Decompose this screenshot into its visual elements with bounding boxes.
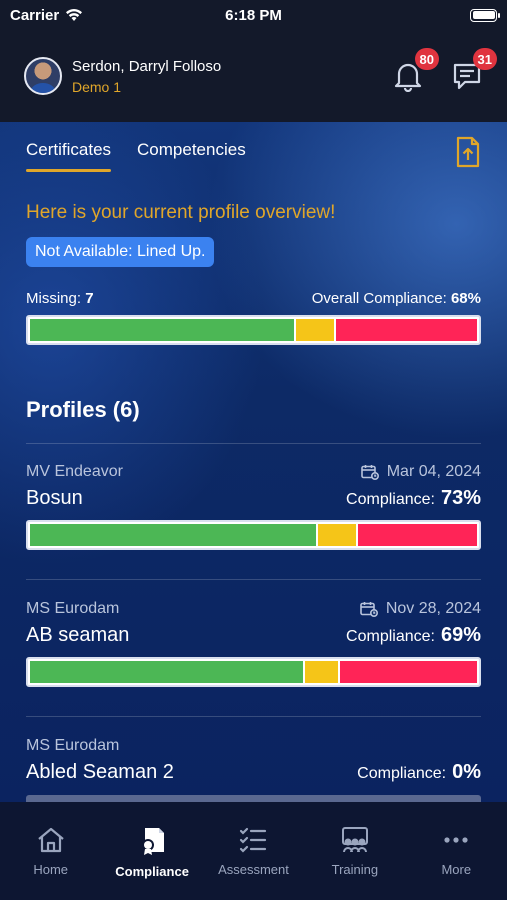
availability-badge: Not Available: Lined Up.: [26, 237, 215, 267]
overall-compliance-value: 68%: [450, 290, 481, 307]
profile-role: AB seaman: [26, 624, 130, 646]
notifications-badge: 80: [414, 48, 439, 70]
bar-segment-yellow: [302, 661, 339, 683]
missing-label: Missing:: [26, 290, 82, 307]
nav-home[interactable]: Home: [1, 826, 101, 900]
wifi-icon: [66, 9, 83, 21]
compliance-value: 69%: [440, 624, 481, 646]
nav-more[interactable]: More: [406, 826, 506, 900]
profile-date: Nov 28, 2024: [385, 600, 481, 617]
profile-date: Mar 04, 2024: [386, 463, 481, 480]
divider: [26, 716, 481, 717]
profile-compliance-bar: [26, 520, 481, 550]
compliance-label: Compliance:: [357, 765, 447, 782]
battery-icon: [470, 8, 500, 22]
profile-compliance-bar: [26, 657, 481, 687]
carrier-label: Carrier: [10, 6, 60, 24]
tab-competencies[interactable]: Competencies: [137, 140, 246, 170]
training-icon: [341, 827, 368, 853]
bar-segment-yellow: [316, 524, 357, 546]
nav-training-label: Training: [331, 862, 379, 877]
nav-compliance[interactable]: Compliance: [102, 826, 202, 900]
main-content: Certificates Competencies Here is your c…: [0, 122, 507, 802]
profile-vessel: MS Eurodam: [26, 600, 120, 617]
overall-compliance-label: Overall Compliance:: [311, 290, 447, 307]
user-subtitle: Demo 1: [72, 78, 122, 95]
bar-segment-red: [338, 661, 477, 683]
compliance-value: 0%: [452, 761, 481, 783]
bar-segment-yellow: [293, 319, 334, 341]
profile-card[interactable]: MV Endeavor Mar 04, 2024 Bosun Complianc…: [26, 463, 481, 510]
user-name: Serdon, Darryl Folloso: [72, 57, 222, 75]
more-icon: [444, 837, 468, 843]
user-info: Serdon, Darryl Folloso Demo 1: [72, 58, 221, 95]
overall-compliance-bar: [26, 315, 481, 345]
app-header: Serdon, Darryl Folloso Demo 1 80 31: [0, 30, 507, 122]
profile-vessel: MV Endeavor: [26, 463, 123, 480]
home-icon: [37, 827, 64, 853]
calendar-icon: [360, 602, 378, 617]
notifications-button[interactable]: 80: [393, 48, 439, 93]
bar-segment-red: [356, 524, 477, 546]
tab-bar: Certificates Competencies: [26, 140, 246, 172]
profile-compliance-bar-empty: [26, 795, 481, 802]
profile-role: Bosun: [26, 487, 83, 509]
profiles-title: Profiles (6): [26, 397, 140, 422]
nav-assessment[interactable]: Assessment: [203, 826, 303, 900]
bar-segment-green: [30, 319, 294, 341]
missing-value: 7: [85, 290, 94, 307]
assessment-icon: [240, 827, 267, 853]
messages-button[interactable]: 31: [451, 48, 497, 92]
compliance-icon: [142, 828, 165, 855]
divider: [26, 443, 481, 444]
nav-more-label: More: [441, 862, 472, 877]
status-bar: Carrier 6:18 PM: [0, 0, 507, 30]
messages-badge: 31: [472, 48, 497, 70]
profile-vessel: MS Eurodam: [26, 737, 120, 754]
missing-count: Missing: 7: [26, 290, 94, 307]
nav-assessment-label: Assessment: [218, 862, 289, 877]
overview-title: Here is your current profile overview!: [26, 202, 336, 223]
summary-row: Missing: 7 Overall Compliance: 68%: [26, 290, 481, 307]
divider: [26, 579, 481, 580]
nav-home-label: Home: [33, 862, 69, 877]
calendar-icon: [360, 465, 379, 480]
tab-certificates[interactable]: Certificates: [26, 140, 112, 172]
compliance-label: Compliance:: [346, 491, 435, 508]
avatar[interactable]: [24, 57, 62, 95]
compliance-value: 73%: [440, 487, 481, 509]
nav-compliance-label: Compliance: [115, 864, 189, 879]
bar-segment-red: [333, 319, 477, 341]
profile-card[interactable]: MS Eurodam Nov 28, 2024 AB seaman Compli…: [26, 600, 481, 647]
bar-segment-green: [30, 524, 317, 546]
compliance-label: Compliance:: [346, 628, 435, 645]
profile-card[interactable]: MS Eurodam Abled Seaman 2 Compliance: 0%: [26, 737, 481, 784]
overall-compliance: Overall Compliance: 68%: [312, 290, 481, 307]
upload-document-icon[interactable]: [455, 136, 481, 168]
nav-training[interactable]: Training: [305, 826, 405, 900]
bottom-nav: Home Compliance Assessment Training More: [0, 802, 507, 900]
profile-role: Abled Seaman 2: [26, 761, 174, 783]
bar-segment-green: [30, 661, 303, 683]
